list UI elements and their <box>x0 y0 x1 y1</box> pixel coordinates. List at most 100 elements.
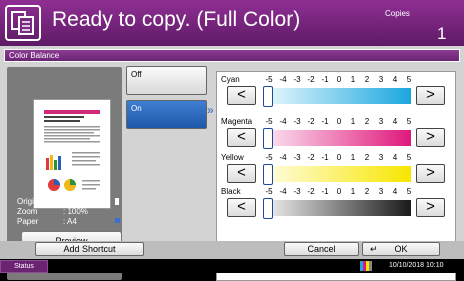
copy-icon <box>5 5 41 41</box>
scale-tick: -2 <box>307 187 315 196</box>
scale-tick: -2 <box>307 153 315 162</box>
toner-level-icon <box>360 261 372 271</box>
color-gradient-bar[interactable] <box>265 166 411 182</box>
zoom-info: Zoom : 100% <box>17 207 88 216</box>
slider-thumb[interactable] <box>263 86 273 107</box>
header-bar: Ready to copy. (Full Color) Copies 1 <box>0 0 464 46</box>
scale-tick: -1 <box>321 153 329 162</box>
section-title-bar: Color Balance <box>4 49 460 62</box>
footer-bar: Add Shortcut Cancel ↵ OK <box>0 241 464 259</box>
increase-button[interactable]: > <box>416 164 445 183</box>
main-panel: Color Balance Original: A4 Zoom: 100% … <box>0 46 464 281</box>
paper-tray-icon <box>115 218 120 223</box>
color-row-black: Black -5 -4 -3 -2 -1 0 1 2 3 4 5 < > <box>217 186 457 224</box>
scale-tick: 3 <box>378 117 384 126</box>
color-row-yellow: Yellow -5 -4 -3 -2 -1 0 1 2 3 4 5 < > <box>217 152 457 190</box>
paper-value: : A4 <box>63 217 77 226</box>
copies-count: 1 <box>437 24 447 43</box>
scale-tick: 5 <box>406 187 412 196</box>
scale-tick: 4 <box>392 187 398 196</box>
color-gradient-bar[interactable] <box>265 88 411 104</box>
color-gradient-bar[interactable] <box>265 130 411 146</box>
scale-tick: 3 <box>378 75 384 84</box>
scale-tick: -5 <box>265 153 273 162</box>
scale-tick: -4 <box>279 117 287 126</box>
scale-tick: -5 <box>265 75 273 84</box>
zoom-value: : 100% <box>63 207 88 216</box>
datetime: 10/10/2018 10:10 <box>389 262 444 269</box>
slider-thumb[interactable] <box>263 198 273 219</box>
decrease-button[interactable]: < <box>227 128 256 147</box>
decrease-button[interactable]: < <box>227 198 256 217</box>
scale-tick: 4 <box>392 75 398 84</box>
scale-tick: -3 <box>293 117 301 126</box>
scale-tick: -4 <box>279 153 287 162</box>
scale-tick: 2 <box>364 117 370 126</box>
scale-tick: 4 <box>392 117 398 126</box>
color-label: Magenta <box>221 117 253 126</box>
scale-tick: 1 <box>350 187 356 196</box>
scale-tick: 0 <box>336 75 342 84</box>
color-row-magenta: Magenta -5 -4 -3 -2 -1 0 1 2 3 4 5 < > <box>217 116 457 154</box>
scale-tick: -5 <box>265 187 273 196</box>
scale-tick: -3 <box>293 187 301 196</box>
scale-tick: -1 <box>321 187 329 196</box>
scale-tick: -3 <box>293 153 301 162</box>
scale-tick: 0 <box>336 117 342 126</box>
decrease-button[interactable]: < <box>227 164 256 183</box>
status-bar: Status 10/10/2018 10:10 <box>0 259 464 273</box>
original-page-icon <box>115 198 119 205</box>
scale-tick: 5 <box>406 75 412 84</box>
scale-tick: 5 <box>406 153 412 162</box>
slider-thumb[interactable] <box>263 128 273 149</box>
scale-tick: 1 <box>350 117 356 126</box>
preview-thumbnail <box>33 99 111 209</box>
scale-tick: 2 <box>364 153 370 162</box>
ok-label: OK <box>394 244 408 254</box>
original-label: Original <box>17 197 45 206</box>
selection-chevron-icon: » <box>207 103 213 117</box>
on-option[interactable]: On <box>126 100 207 129</box>
page-title: Ready to copy. (Full Color) <box>52 8 301 31</box>
scale-tick: 1 <box>350 75 356 84</box>
original-value: : A4 <box>63 197 77 206</box>
increase-button[interactable]: > <box>416 128 445 147</box>
ok-button[interactable]: ↵ OK <box>362 242 440 256</box>
scale-tick: 2 <box>364 75 370 84</box>
status-button[interactable]: Status <box>0 260 48 273</box>
enter-icon: ↵ <box>370 243 378 254</box>
scale-tick: 0 <box>336 153 342 162</box>
slider-thumb[interactable] <box>263 164 273 185</box>
increase-button[interactable]: > <box>416 198 445 217</box>
scale-tick: 4 <box>392 153 398 162</box>
scale-tick: -2 <box>307 117 315 126</box>
paper-label: Paper <box>17 217 39 226</box>
scale-tick: 5 <box>406 117 412 126</box>
decrease-button[interactable]: < <box>227 86 256 105</box>
scale-tick: 3 <box>378 153 384 162</box>
scale-tick: -3 <box>293 75 301 84</box>
section-title: Color Balance <box>9 51 60 60</box>
scale-tick: -1 <box>321 117 329 126</box>
cancel-button[interactable]: Cancel <box>284 242 359 256</box>
scale-tick: 0 <box>336 187 342 196</box>
add-shortcut-button[interactable]: Add Shortcut <box>35 242 144 256</box>
increase-button[interactable]: > <box>416 86 445 105</box>
original-size-info: Original : A4 <box>17 197 77 206</box>
color-label: Black <box>221 187 241 196</box>
zoom-label: Zoom <box>17 207 38 216</box>
scale-tick: -2 <box>307 75 315 84</box>
scale-tick: 2 <box>364 187 370 196</box>
color-label: Cyan <box>221 75 240 84</box>
off-option[interactable]: Off <box>126 66 207 95</box>
color-gradient-bar[interactable] <box>265 200 411 216</box>
paper-size-info: Paper : A4 <box>17 217 77 226</box>
copies-label: Copies <box>385 9 410 18</box>
scale-tick: 3 <box>378 187 384 196</box>
scale-tick: 1 <box>350 153 356 162</box>
scale-tick: -4 <box>279 75 287 84</box>
scale-tick: -1 <box>321 75 329 84</box>
color-label: Yellow <box>221 153 244 162</box>
scale-tick: -5 <box>265 117 273 126</box>
color-row-cyan: Cyan -5 -4 -3 -2 -1 0 1 2 3 4 5 < > <box>217 74 457 112</box>
